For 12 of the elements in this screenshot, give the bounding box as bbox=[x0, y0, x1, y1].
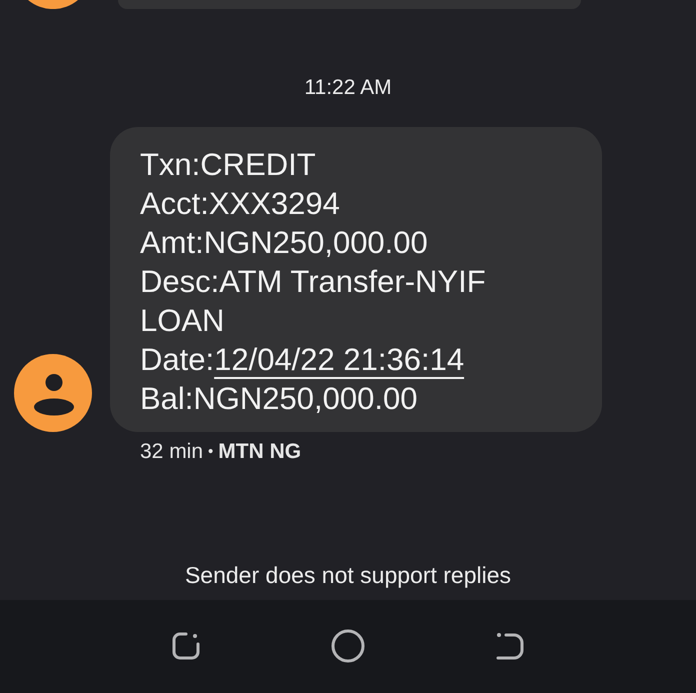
home-icon[interactable] bbox=[331, 628, 365, 662]
bullet-separator: • bbox=[208, 442, 214, 462]
recent-apps-icon[interactable] bbox=[171, 630, 201, 660]
reply-notice: Sender does not support replies bbox=[184, 561, 512, 589]
sender-name: MTN NG bbox=[218, 441, 302, 463]
date-link[interactable]: 12/04/22 21:36:14 bbox=[214, 342, 464, 377]
avatar-icon bbox=[14, 354, 92, 432]
back-icon[interactable] bbox=[495, 630, 525, 660]
avatar-icon bbox=[28, 0, 78, 9]
timestamp: 11:22 AM bbox=[304, 76, 392, 100]
message-text: Txn:CREDIT Acct:XXX3294 Amt:NGN250,000.00 Desc:ATM Transfer-NYIF LOAN Date:12/04/22 21:36:14 Bal:NGN250,000.00 bbox=[140, 146, 487, 418]
message-age: 32 min bbox=[140, 441, 204, 463]
